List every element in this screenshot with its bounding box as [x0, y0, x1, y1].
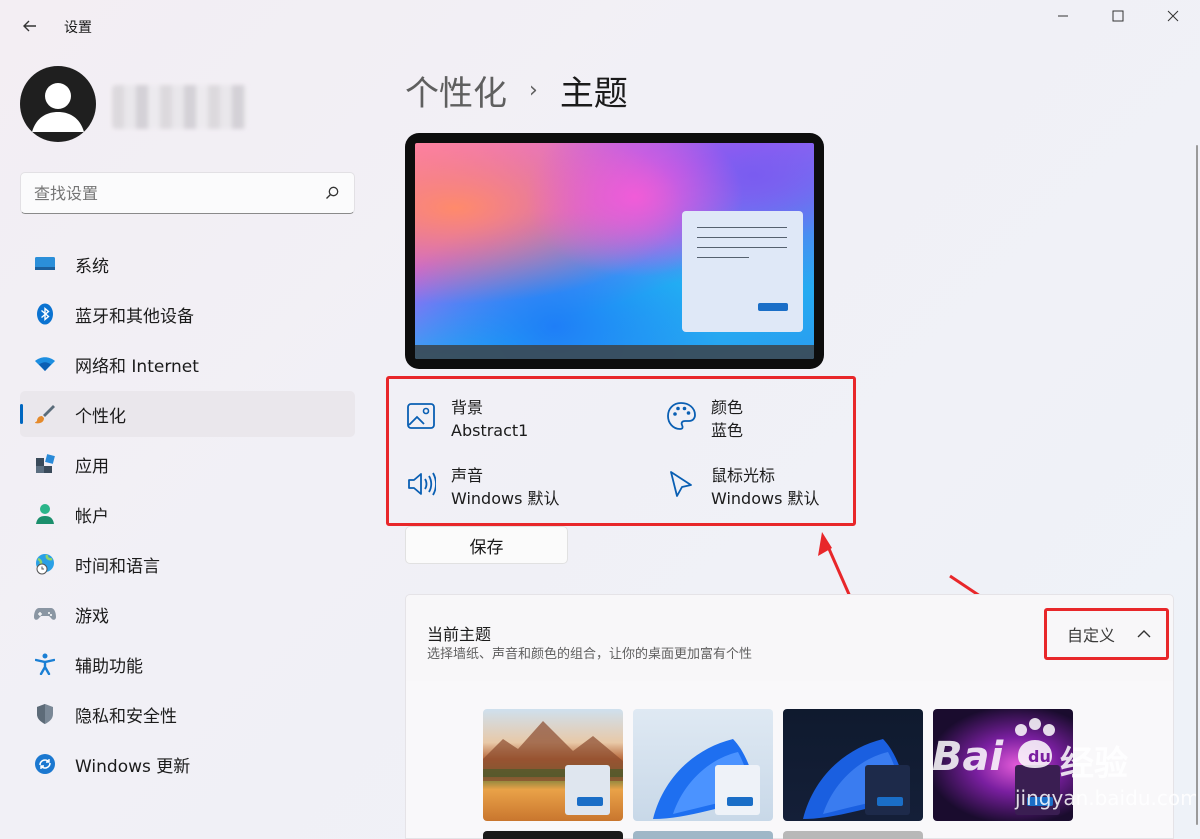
sidebar-item-apps[interactable]: 应用 — [20, 441, 355, 487]
save-button[interactable]: 保存 — [405, 526, 568, 564]
sidebar-item-label: Windows 更新 — [75, 756, 191, 777]
current-theme-card: 当前主题 选择墙纸、声音和颜色的组合，让你的桌面更加富有个性 自定义 — [405, 594, 1174, 682]
theme-thumbnail-row2[interactable] — [783, 831, 923, 839]
current-theme-title: 当前主题 — [427, 625, 492, 644]
title-bar: 设置 — [0, 0, 1200, 52]
color-title: 颜色 — [711, 398, 744, 417]
cursor-value: Windows 默认 — [711, 489, 820, 508]
sidebar-item-personalization[interactable]: 个性化 — [20, 391, 355, 437]
current-theme-description: 选择墙纸、声音和颜色的组合，让你的桌面更加富有个性 — [427, 647, 753, 662]
back-button[interactable] — [14, 12, 46, 40]
sound-setting[interactable]: 声音 Windows 默认 — [406, 465, 560, 511]
watermark-url: jingyan.baidu.com — [1015, 786, 1200, 810]
breadcrumb: 个性化 › 主题 — [405, 66, 628, 115]
chevron-up-icon — [1137, 630, 1151, 638]
sidebar-item-label: 应用 — [75, 456, 109, 477]
sidebar-item-network[interactable]: 网络和 Internet — [20, 341, 355, 387]
sidebar-item-bluetooth[interactable]: 蓝牙和其他设备 — [20, 291, 355, 337]
back-arrow-icon — [23, 20, 36, 32]
theme-preview — [405, 133, 824, 369]
update-icon — [34, 753, 56, 775]
close-button[interactable] — [1150, 0, 1196, 32]
sidebar-item-accessibility[interactable]: 辅助功能 — [20, 641, 355, 687]
apps-icon — [34, 453, 56, 475]
sidebar-item-system[interactable]: 系统 — [20, 241, 355, 287]
search-input[interactable] — [34, 183, 314, 203]
windows-dark-theme[interactable] — [783, 709, 923, 821]
theme-thumbnail-row2[interactable] — [633, 831, 773, 839]
theme-properties-highlight: 背景 Abstract1 颜色 蓝色 声音 Windows 默认 鼠标光标 Wi… — [386, 376, 856, 526]
sidebar-item-label: 隐私和安全性 — [75, 706, 177, 727]
background-setting[interactable]: 背景 Abstract1 — [406, 397, 528, 443]
sidebar-item-label: 系统 — [75, 256, 109, 277]
sidebar-item-label: 网络和 Internet — [75, 356, 199, 377]
sidebar-item-windows-update[interactable]: Windows 更新 — [20, 741, 355, 787]
shield-icon — [34, 703, 56, 725]
background-value: Abstract1 — [451, 421, 529, 440]
current-theme-expander[interactable]: 自定义 — [1044, 608, 1169, 660]
sidebar-item-gaming[interactable]: 游戏 — [20, 591, 355, 637]
color-value: 蓝色 — [711, 421, 744, 440]
cursor-title: 鼠标光标 — [711, 466, 776, 485]
preview-window — [682, 211, 803, 332]
color-setting[interactable]: 颜色 蓝色 — [666, 397, 743, 443]
sound-title: 声音 — [451, 466, 484, 485]
profile-name-blurred — [112, 85, 247, 129]
search-icon[interactable] — [324, 185, 340, 201]
maximize-icon — [1112, 10, 1124, 22]
bluetooth-icon — [34, 303, 56, 325]
palette-icon — [667, 402, 696, 430]
sidebar-item-privacy[interactable]: 隐私和安全性 — [20, 691, 355, 737]
speaker-icon — [408, 472, 436, 496]
sound-value: Windows 默认 — [451, 489, 560, 508]
sidebar-item-label: 辅助功能 — [75, 656, 143, 677]
theme-gallery — [405, 681, 1174, 839]
minimize-button[interactable] — [1040, 0, 1086, 32]
theme-thumbnail-row2[interactable] — [483, 831, 623, 839]
sidebar-item-label: 蓝牙和其他设备 — [75, 306, 194, 327]
background-title: 背景 — [451, 398, 484, 417]
sidebar-item-label: 帐户 — [75, 506, 109, 527]
preview-wallpaper — [415, 143, 814, 359]
sidebar-item-label: 时间和语言 — [75, 556, 160, 577]
app-title: 设置 — [64, 20, 92, 36]
cursor-setting[interactable]: 鼠标光标 Windows 默认 — [666, 465, 820, 511]
cursor-icon — [670, 471, 692, 497]
sidebar-item-time-language[interactable]: 时间和语言 — [20, 541, 355, 587]
breadcrumb-separator: › — [529, 78, 538, 103]
sidebar-item-label: 游戏 — [75, 606, 109, 627]
scrollbar[interactable] — [1196, 145, 1198, 825]
gamepad-icon — [34, 603, 56, 625]
preview-taskbar — [415, 345, 814, 359]
system-icon — [34, 253, 56, 275]
minimize-icon — [1058, 15, 1068, 17]
breadcrumb-parent[interactable]: 个性化 — [405, 66, 507, 115]
search-box[interactable] — [20, 172, 355, 214]
user-avatar-icon[interactable] — [20, 66, 96, 142]
page-title: 主题 — [559, 74, 628, 114]
windows-light-theme[interactable] — [633, 709, 773, 821]
maximize-button[interactable] — [1095, 0, 1141, 32]
current-theme-value: 自定义 — [1067, 626, 1116, 645]
close-icon — [1167, 10, 1179, 22]
account-icon — [34, 503, 56, 525]
mountain-lake-theme[interactable] — [483, 709, 623, 821]
sidebar-item-accounts[interactable]: 帐户 — [20, 491, 355, 537]
sidebar-item-label: 个性化 — [75, 406, 126, 427]
sidebar-nav: 系统 蓝牙和其他设备 网络和 Internet 个性化 应用 帐户 时间和语言 … — [20, 241, 355, 791]
accessibility-icon — [34, 653, 56, 675]
globe-clock-icon — [34, 553, 56, 575]
image-icon — [407, 403, 435, 429]
brush-icon — [34, 403, 56, 425]
wifi-icon — [34, 353, 56, 375]
